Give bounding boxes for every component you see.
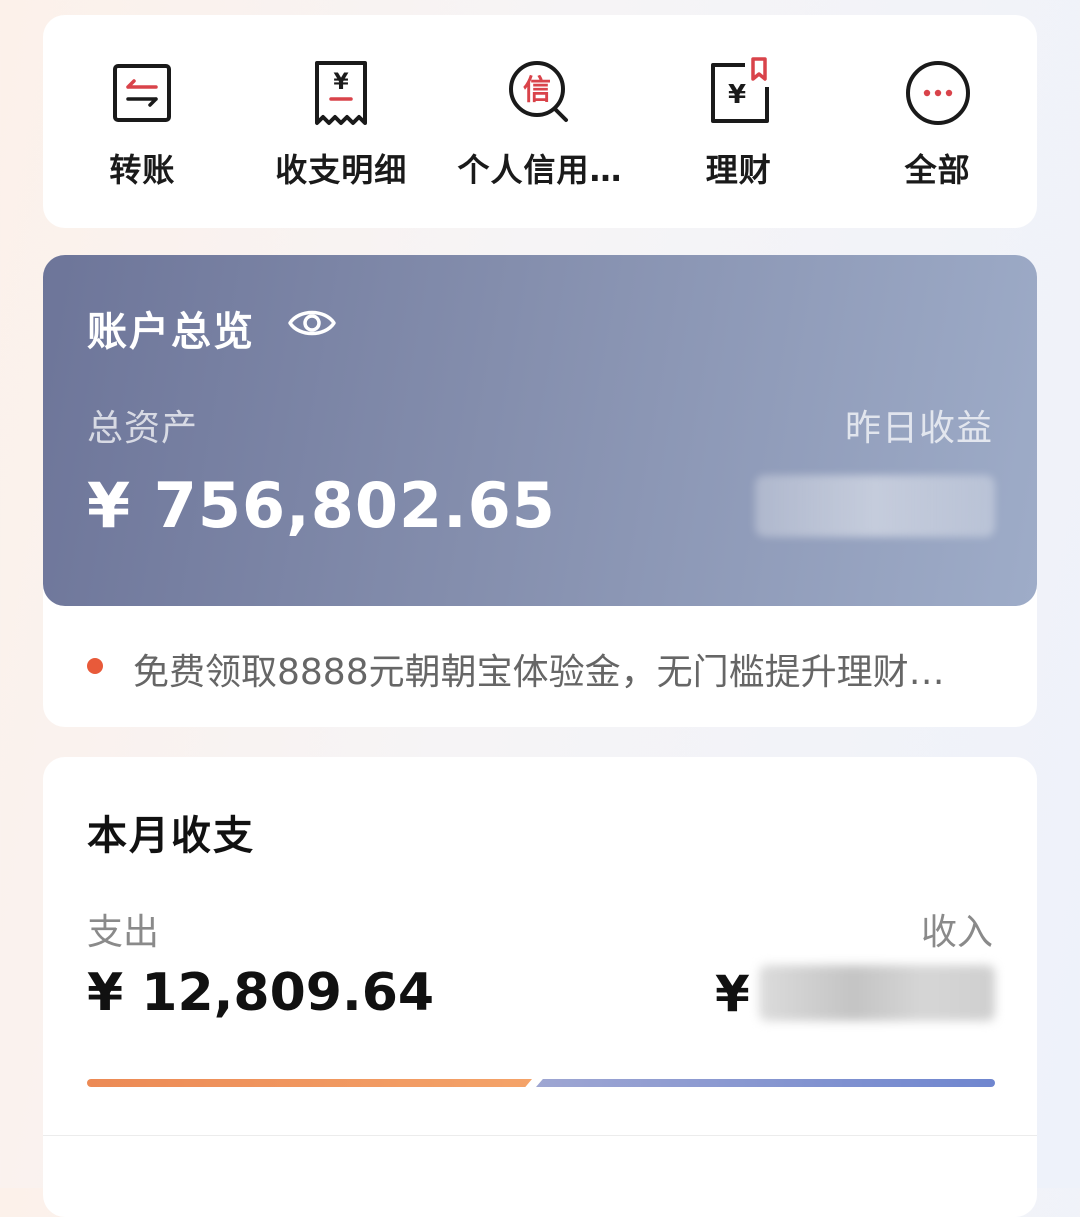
total-assets-label: 总资产 [87, 408, 199, 449]
notice-dot [87, 658, 103, 674]
quick-action-statement[interactable]: ¥ 收支明细 [242, 15, 441, 228]
quick-action-label: 收支明细 [275, 151, 408, 189]
quick-action-label: 理财 [705, 151, 772, 189]
monthly-summary-title: 本月收支 [87, 813, 255, 859]
quick-action-all[interactable]: 全部 [838, 15, 1037, 228]
income-label: 收入 [920, 912, 993, 953]
svg-text:¥: ¥ [334, 70, 350, 95]
svg-text:¥: ¥ [728, 80, 746, 110]
yesterday-income-blurred [755, 475, 995, 537]
quick-action-label: 个人信用… [457, 151, 623, 189]
svg-text:信: 信 [523, 73, 551, 106]
expense-ratio-bar [87, 1079, 532, 1087]
credit-magnifier-icon: 信 [500, 53, 580, 133]
income-currency: ¥ [715, 965, 750, 1023]
quick-action-wealth[interactable]: ¥ 理财 [639, 15, 838, 228]
total-assets-amount: ¥ 756,802.65 [87, 469, 556, 542]
monthly-summary-card[interactable]: 本月收支 支出 收入 ¥ 12,809.64 ¥ [43, 757, 1037, 1217]
yesterday-income-label: 昨日收益 [844, 408, 993, 449]
income-ratio-bar [536, 1079, 995, 1087]
quick-action-transfer[interactable]: 转账 [43, 15, 242, 228]
statement-receipt-icon: ¥ [301, 53, 381, 133]
divider [43, 1135, 1037, 1136]
quick-action-credit[interactable]: 信 个人信用… [441, 15, 640, 228]
expense-label: 支出 [87, 912, 160, 953]
quick-action-label: 全部 [904, 151, 971, 189]
quick-action-label: 转账 [109, 151, 176, 189]
wealth-bookmark-icon: ¥ [699, 53, 779, 133]
more-dots-icon [898, 53, 978, 133]
eye-icon[interactable] [287, 303, 337, 343]
expense-amount: ¥ 12,809.64 [87, 963, 435, 1023]
promo-notice-text: 免费领取8888元朝朝宝体验金，无门槛提升理财… [133, 652, 945, 693]
account-overview-title: 账户总览 [87, 309, 255, 355]
account-hero[interactable]: 账户总览 总资产 昨日收益 ¥ 756,802.65 [43, 255, 1037, 606]
transfer-icon [102, 53, 182, 133]
quick-actions-card: 转账 ¥ 收支明细 信 个人信用… ¥ 理财 全部 [43, 15, 1037, 228]
account-overview-card: 账户总览 总资产 昨日收益 ¥ 756,802.65 免费领取8888元朝朝宝体… [43, 255, 1037, 727]
income-amount-blurred [759, 965, 995, 1021]
